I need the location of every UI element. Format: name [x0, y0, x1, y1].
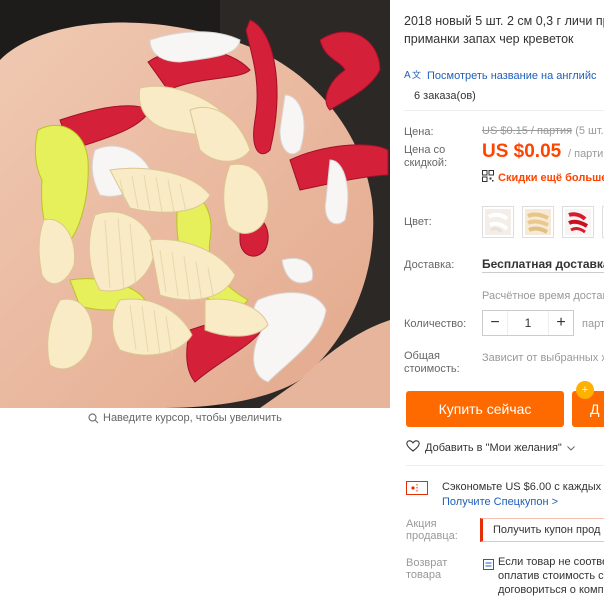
old-price-value: US $0.15	[482, 125, 528, 137]
cart-badge: +	[576, 381, 594, 399]
total-label: Общая стоимость:	[404, 350, 460, 375]
coupon-icon	[406, 481, 428, 500]
zoom-hint: Наведите курсор, чтобы увеличить	[88, 412, 282, 424]
shipping-estimate: Расчётное время достав	[482, 290, 604, 302]
price-label: Цена:	[404, 126, 434, 138]
translate-link-text: Посмотреть название на английс	[427, 69, 597, 82]
old-price-unit: / партия	[527, 125, 573, 137]
discount-price-label: Цена со скидкой:	[404, 144, 448, 169]
heart-icon	[406, 440, 420, 455]
qr-icon	[482, 170, 494, 185]
quantity-label: Количество:	[404, 318, 467, 330]
chevron-down-icon	[566, 442, 575, 454]
quantity-stepper: − 1 +	[482, 310, 574, 336]
swatch-white[interactable]	[482, 206, 514, 238]
product-info: 2018 новый 5 шт. 2 см 0,3 г личи приманк…	[404, 0, 604, 602]
total-value: Зависит от выбранных хар	[482, 352, 604, 364]
old-price-note: (5 шт.	[572, 125, 604, 137]
shipping-dropdown-line	[482, 272, 604, 273]
svg-text:文: 文	[412, 69, 421, 80]
wishlist-button[interactable]: Добавить в "Мои желания"	[406, 440, 575, 455]
discount-price: US $0.05	[482, 141, 562, 162]
divider	[404, 110, 604, 111]
buy-now-button[interactable]: Купить сейчас	[406, 391, 564, 427]
swatch-cream[interactable]	[522, 206, 554, 238]
product-page: Наведите курсор, чтобы увеличить 2018 но…	[0, 0, 604, 602]
product-photo[interactable]	[0, 0, 390, 408]
returns-line: оплатив стоимость с	[498, 570, 604, 582]
more-discounts-link[interactable]: Скидки ещё больше	[482, 170, 604, 185]
more-discounts-text: Скидки ещё больше	[498, 171, 604, 184]
returns-text: Если товар не соотве оплатив стоимость с…	[498, 555, 604, 597]
returns-icon	[483, 557, 494, 575]
product-gallery: Наведите курсор, чтобы увеличить	[0, 0, 390, 430]
quantity-input[interactable]: 1	[507, 311, 549, 335]
get-coupon-link[interactable]: Получите Спецкупон >	[442, 496, 558, 508]
quantity-minus-button[interactable]: −	[483, 311, 507, 335]
wishlist-text: Добавить в "Мои желания"	[425, 441, 562, 454]
quantity-plus-button[interactable]: +	[549, 311, 573, 335]
shipping-value[interactable]: Бесплатная доставка в	[482, 257, 604, 271]
coupon-text: Сэкономьте US $6.00 с каждых U	[442, 481, 604, 493]
divider	[406, 465, 604, 466]
svg-text:A: A	[404, 70, 411, 80]
old-price: US $0.15 / партия (5 шт.	[482, 125, 604, 137]
product-title: 2018 новый 5 шт. 2 см 0,3 г личи приманк…	[404, 14, 604, 46]
translate-link[interactable]: A文 Посмотреть название на английс	[404, 68, 596, 83]
returns-line: Если товар не соотве	[498, 556, 604, 568]
shipping-label: Доставка:	[404, 259, 455, 271]
zoom-hint-text: Наведите курсор, чтобы увеличить	[103, 412, 282, 424]
quantity-unit: парти	[582, 318, 604, 330]
magnifier-icon	[88, 412, 99, 424]
orders-count: 6 заказа(ов)	[414, 90, 476, 102]
returns-label: Возврат товара	[406, 557, 448, 581]
swatch-red[interactable]	[562, 206, 594, 238]
color-swatches	[482, 206, 604, 238]
translate-icon: A文	[404, 68, 422, 83]
seller-promo-label: Акция продавца:	[406, 518, 458, 542]
returns-line: договориться о комп	[498, 584, 604, 596]
seller-coupon-button[interactable]: Получить купон прод	[480, 518, 604, 542]
discount-price-unit: / парти	[568, 148, 604, 160]
color-label: Цвет:	[404, 216, 432, 228]
